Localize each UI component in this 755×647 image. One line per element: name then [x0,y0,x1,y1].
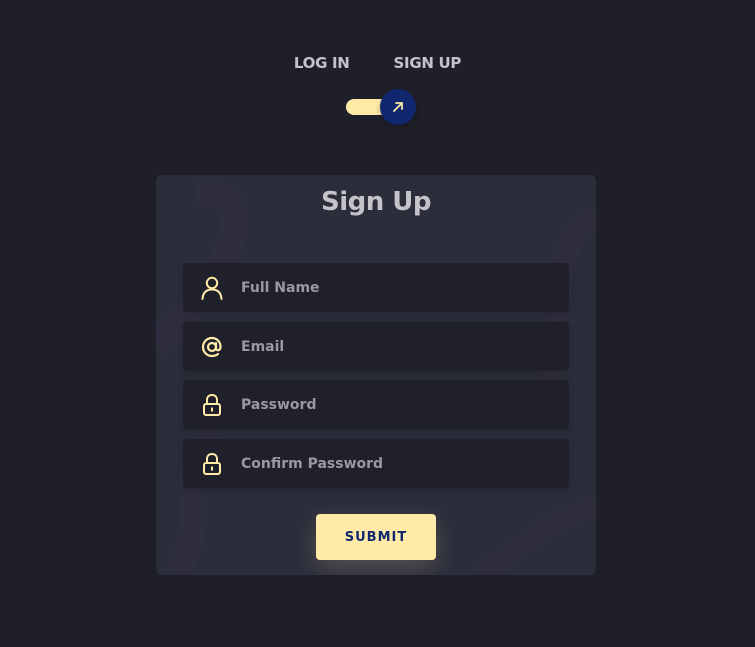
lock-icon [200,393,224,417]
submit-button[interactable]: SUBMIT [316,514,436,560]
user-icon [200,276,224,300]
auth-tabs: LOG IN SIGN UP [0,54,755,72]
signup-card: Sign Up Full Name Email SUBMIT [156,175,596,575]
confirm-password-field[interactable] [183,439,569,488]
password-input[interactable] [239,383,563,426]
email-input[interactable] [239,325,563,368]
tab-login[interactable]: LOG IN [294,54,350,72]
form-title: Sign Up [320,187,432,217]
arrow-up-right-icon [393,102,403,112]
full-name-input[interactable] [239,266,563,309]
confirm-password-input[interactable] [239,442,563,485]
lock-icon [200,452,224,476]
password-field[interactable] [183,380,569,429]
auth-toggle-knob[interactable] [380,89,416,125]
at-icon [200,335,224,359]
full-name-field[interactable] [183,263,569,312]
email-field[interactable] [183,322,569,371]
tab-signup[interactable]: SIGN UP [394,54,462,72]
